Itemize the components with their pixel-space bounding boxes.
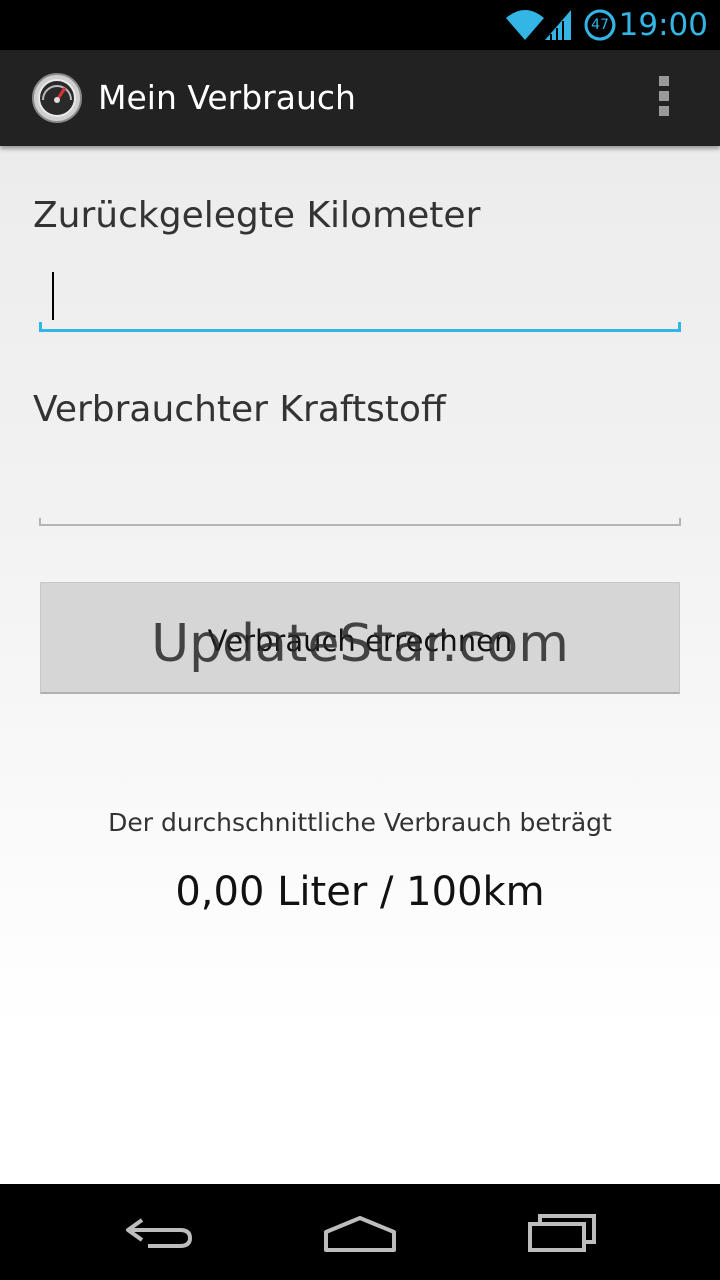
km-label: Zurückgelegte Kilometer — [33, 195, 481, 236]
wifi-icon — [506, 10, 544, 40]
back-icon[interactable] — [120, 1206, 200, 1258]
km-input[interactable] — [39, 264, 681, 334]
result-value: 0,00 Liter / 100km — [175, 869, 545, 915]
km-input-underline — [39, 322, 681, 332]
fuel-input[interactable] — [39, 456, 681, 526]
main-content: Zurückgelegte Kilometer Verbrauchter Kra… — [0, 146, 720, 1184]
recent-apps-icon[interactable] — [522, 1206, 602, 1258]
app-title: Mein Verbrauch — [98, 78, 356, 117]
overflow-menu-icon[interactable] — [652, 76, 676, 120]
calculate-button[interactable]: Verbrauch errechnen — [40, 582, 680, 694]
home-icon[interactable] — [320, 1206, 400, 1258]
speedometer-icon[interactable] — [31, 72, 83, 124]
action-bar: Mein Verbrauch — [0, 50, 720, 146]
result-caption: Der durchschnittliche Verbrauch beträgt — [108, 808, 612, 837]
battery-level-text: 47 — [591, 17, 609, 33]
battery-icon: 47 — [583, 8, 617, 42]
navigation-bar — [0, 1184, 720, 1280]
calculate-button-label: Verbrauch errechnen — [207, 624, 513, 658]
fuel-input-underline — [39, 518, 681, 526]
text-cursor — [52, 272, 54, 320]
cell-signal-icon — [545, 10, 571, 40]
fuel-label: Verbrauchter Kraftstoff — [33, 389, 446, 430]
status-bar: 47 19:00 — [0, 0, 720, 50]
status-time: 19:00 — [618, 7, 708, 43]
